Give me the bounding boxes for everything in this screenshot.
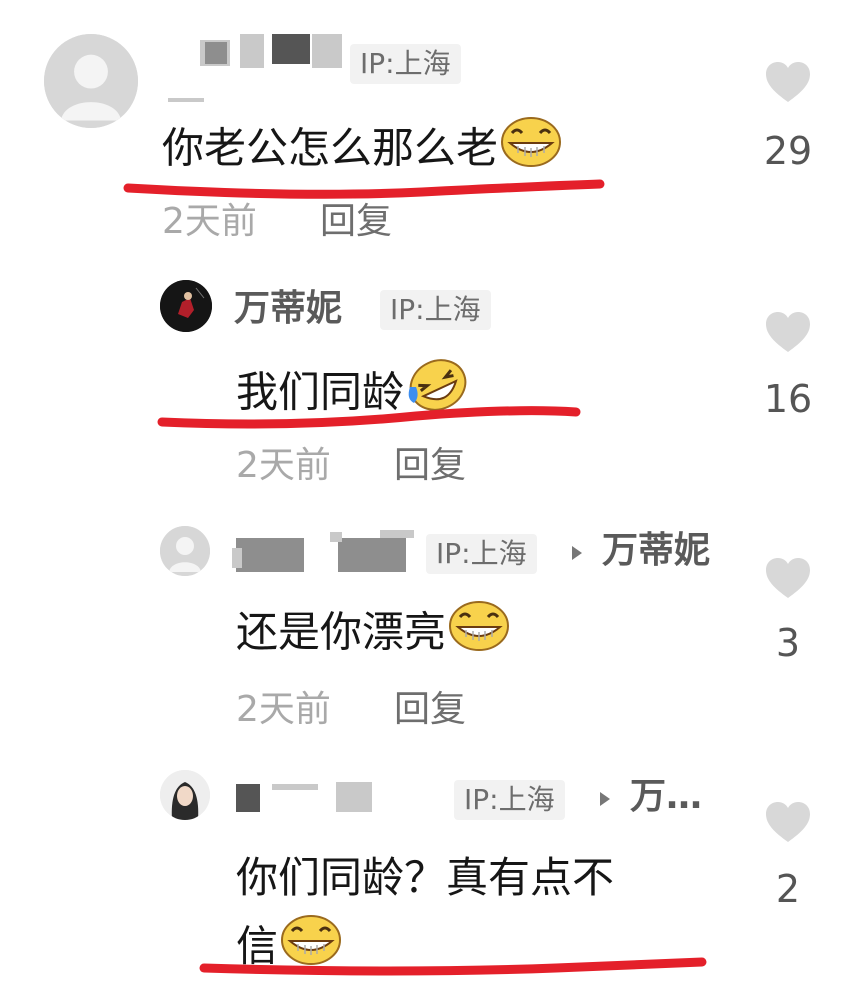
heart-icon[interactable] <box>764 310 812 354</box>
like-count: 16 <box>763 377 813 421</box>
comment-time: 2天前 <box>236 445 331 486</box>
ip-location-tag: IP:上海 <box>350 44 461 84</box>
comment-time: 2天前 <box>162 201 257 242</box>
comment-time: 2天前 <box>236 689 331 730</box>
avatar-image <box>160 280 212 332</box>
like-count: 2 <box>775 867 801 911</box>
comment-text[interactable]: 你们同龄？真有点不 <box>236 850 614 906</box>
like-count: 29 <box>763 129 813 173</box>
highlight-underline <box>157 406 581 429</box>
heart-icon[interactable] <box>764 800 812 844</box>
triangle-right-icon <box>600 792 610 806</box>
heart-icon[interactable] <box>764 60 812 104</box>
grinning-face-icon <box>448 599 510 665</box>
person-silhouette-icon <box>44 34 138 128</box>
reply-target-username[interactable]: 万… <box>630 774 702 820</box>
ip-location-tag: IP:上海 <box>454 780 565 820</box>
avatar[interactable] <box>44 34 138 128</box>
triangle-right-icon <box>572 546 582 560</box>
heart-icon[interactable] <box>764 556 812 600</box>
avatar[interactable] <box>160 770 210 820</box>
avatar[interactable] <box>160 526 210 576</box>
ip-location-tag: IP:上海 <box>380 290 491 330</box>
highlight-underline <box>199 957 707 976</box>
reply-button[interactable]: 回复 <box>320 198 392 246</box>
comment-text[interactable]: 还是你漂亮 <box>236 599 510 668</box>
avatar[interactable] <box>160 280 212 332</box>
reply-target-username[interactable]: 万蒂妮 <box>602 528 710 574</box>
reply-button[interactable]: 回复 <box>394 686 466 734</box>
person-silhouette-icon <box>160 526 210 576</box>
like-count: 3 <box>775 621 801 665</box>
reply-button[interactable]: 回复 <box>394 442 466 490</box>
ip-location-tag: IP:上海 <box>426 534 537 574</box>
avatar-image <box>160 770 210 820</box>
username[interactable]: 万蒂妮 <box>234 286 342 332</box>
